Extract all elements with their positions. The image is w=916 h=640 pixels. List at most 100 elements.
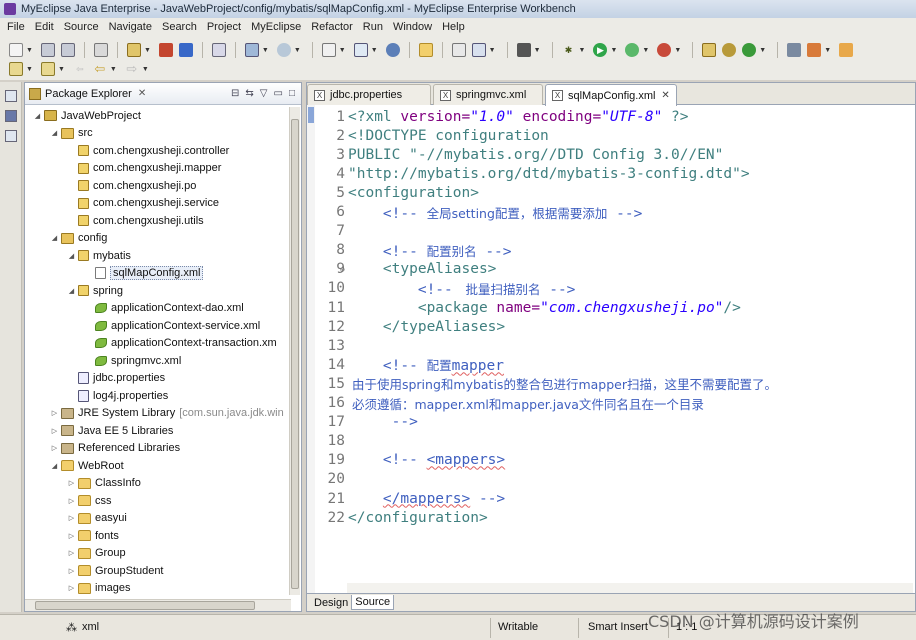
print-icon[interactable]: [93, 43, 108, 57]
open-perspective-icon[interactable]: [702, 43, 717, 57]
collapse-arrow-icon[interactable]: ◢: [50, 462, 59, 470]
tree-item[interactable]: applicationContext-dao.xml: [84, 300, 244, 317]
expand-arrow-icon[interactable]: ▷: [67, 479, 76, 487]
back-icon[interactable]: ⇦: [93, 61, 107, 76]
tree-item[interactable]: applicationContext-transaction.xm: [84, 335, 277, 352]
expand-arrow-icon[interactable]: ▷: [67, 549, 76, 557]
package-explorer-tab[interactable]: Package Explorer ✕ ⊟ ⇆ ▽ ▭ □: [25, 83, 301, 105]
editor-tab[interactable]: Xjdbc.properties: [307, 84, 431, 105]
menu-navigate[interactable]: Navigate: [104, 21, 157, 33]
tree-item[interactable]: ▷ images: [67, 580, 131, 597]
horizontal-scrollbar[interactable]: [25, 599, 291, 611]
expand-arrow-icon[interactable]: ▷: [67, 532, 76, 540]
tree-item[interactable]: ◢ config: [50, 230, 108, 247]
last-edit-icon[interactable]: ⇦: [73, 62, 87, 76]
expand-arrow-icon[interactable]: ▷: [67, 584, 76, 592]
menu-search[interactable]: Search: [157, 21, 202, 33]
tree-item[interactable]: ◢ spring: [67, 282, 123, 299]
browser-dropdown-arrow[interactable]: ▼: [294, 47, 301, 54]
image-editor-icon[interactable]: [451, 43, 466, 57]
menu-edit[interactable]: Edit: [30, 21, 59, 33]
collapse-arrow-icon[interactable]: ◢: [50, 129, 59, 137]
open-type-icon[interactable]: [158, 43, 173, 57]
link-with-editor-icon[interactable]: ⇆: [245, 88, 253, 99]
search-icon[interactable]: [657, 43, 672, 57]
view-menu-icon[interactable]: ▽: [260, 88, 268, 99]
tree-item[interactable]: ▷ Group: [67, 545, 126, 562]
expand-arrow-icon[interactable]: ▷: [67, 514, 76, 522]
maximize-icon[interactable]: □: [289, 88, 295, 99]
menu-window[interactable]: Window: [388, 21, 437, 33]
tree-item[interactable]: ◢ src: [50, 125, 93, 142]
editor-horizontal-scrollbar[interactable]: [347, 583, 913, 593]
highlight-icon[interactable]: [839, 43, 854, 57]
collapse-arrow-icon[interactable]: ◢: [33, 112, 42, 120]
globe-icon[interactable]: [385, 43, 400, 57]
terminal-dropdown-arrow[interactable]: ▼: [534, 47, 541, 54]
pencil-dropdown-arrow[interactable]: ▼: [824, 47, 831, 54]
server-dropdown-arrow[interactable]: ▼: [262, 47, 269, 54]
tree-item[interactable]: com.chengxusheji.po: [67, 177, 196, 194]
new-icon[interactable]: [9, 43, 23, 57]
collapse-arrow-icon[interactable]: ◢: [50, 234, 59, 242]
run-dropdown-arrow[interactable]: ▼: [610, 47, 617, 54]
minimize-icon[interactable]: ▭: [274, 88, 283, 99]
save-all-icon[interactable]: [60, 43, 75, 57]
tree-item[interactable]: ▷ fonts: [67, 527, 119, 544]
open-folder-icon[interactable]: [418, 43, 433, 57]
expand-arrow-icon[interactable]: ▷: [50, 427, 59, 435]
menu-source[interactable]: Source: [59, 21, 104, 33]
report-icon[interactable]: [471, 43, 486, 57]
project-dropdown-arrow[interactable]: ▼: [144, 47, 151, 54]
tab-source[interactable]: Source: [351, 595, 395, 610]
pencil-icon[interactable]: [807, 43, 822, 57]
tree-item[interactable]: ▷ Java EE 5 Libraries: [50, 422, 174, 439]
collapse-arrow-icon[interactable]: ◢: [67, 287, 76, 295]
menu-run[interactable]: Run: [358, 21, 388, 33]
new-web-project-icon[interactable]: [126, 43, 141, 57]
forward-icon[interactable]: ⇨: [125, 61, 139, 76]
minimized-view-icon[interactable]: [5, 110, 17, 122]
save-icon[interactable]: [40, 43, 55, 57]
tree-item[interactable]: ◢ WebRoot: [50, 457, 124, 474]
collapse-arrow-icon[interactable]: ◢: [67, 252, 76, 260]
vertical-scrollbar[interactable]: [289, 107, 300, 595]
collapse-all-icon[interactable]: ⊟: [231, 88, 239, 99]
tree-item[interactable]: ▷ GroupStudent: [67, 562, 164, 579]
tree-item[interactable]: applicationContext-service.xml: [84, 317, 260, 334]
server-icon[interactable]: [244, 43, 259, 57]
browser-icon[interactable]: [276, 43, 291, 57]
expand-arrow-icon[interactable]: ▷: [50, 409, 59, 417]
new-dropdown-arrow[interactable]: ▼: [26, 47, 33, 54]
tree-item[interactable]: ◢ mybatis: [67, 247, 131, 264]
scrollbar-thumb[interactable]: [35, 601, 255, 610]
menu-file[interactable]: File: [2, 21, 30, 33]
editor-tab[interactable]: Xspringmvc.xml: [433, 84, 543, 105]
external-dropdown-arrow[interactable]: ▼: [642, 47, 649, 54]
tree-item[interactable]: sqlMapConfig.xml: [84, 265, 204, 282]
tree-item[interactable]: ▷ easyui: [67, 510, 127, 527]
tree-item[interactable]: com.chengxusheji.mapper: [67, 160, 221, 177]
run-external-icon[interactable]: [625, 43, 640, 57]
expand-arrow-icon[interactable]: ▷: [67, 497, 76, 505]
hierarchy-view-icon[interactable]: [5, 130, 17, 142]
debug-dropdown-arrow[interactable]: ▼: [579, 47, 586, 54]
tree-item[interactable]: ▷ css: [67, 492, 112, 509]
refresh-dropdown-arrow[interactable]: ▼: [759, 47, 766, 54]
previous-annotation-icon[interactable]: [40, 62, 55, 76]
editor-tab[interactable]: XsqlMapConfig.xml ✕: [545, 84, 677, 106]
close-icon[interactable]: ✕: [138, 88, 146, 99]
deploy-icon[interactable]: [211, 43, 226, 57]
gear-icon[interactable]: [722, 43, 737, 57]
tree-item[interactable]: ▷ ClassInfo: [67, 475, 141, 492]
scrollbar-thumb[interactable]: [291, 119, 299, 589]
terminal-icon[interactable]: [516, 43, 531, 57]
jsp-dropdown-arrow[interactable]: ▼: [371, 47, 378, 54]
tree-item[interactable]: ▷ JRE System Library [com.sun.java.jdk.win: [50, 405, 284, 422]
new-class-wizard-icon[interactable]: [321, 43, 336, 57]
expand-arrow-icon[interactable]: ▷: [67, 567, 76, 575]
tree-item[interactable]: com.chengxusheji.controller: [67, 142, 229, 159]
search-dropdown-arrow[interactable]: ▼: [674, 47, 681, 54]
open-resource-icon[interactable]: [178, 43, 193, 57]
tree-item[interactable]: com.chengxusheji.utils: [67, 212, 204, 229]
